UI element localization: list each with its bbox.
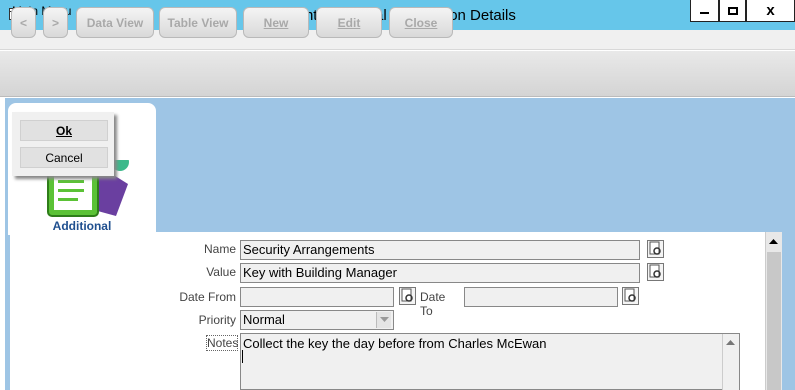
name-lookup-icon[interactable] <box>647 240 664 258</box>
ok-button[interactable]: Ok <box>20 120 108 141</box>
value-lookup-icon[interactable] <box>647 263 664 281</box>
prev-record-button[interactable]: < <box>11 7 36 38</box>
tab-label-additional: Additional <box>52 219 112 233</box>
date-to-picker-icon[interactable] <box>622 287 639 305</box>
value-field[interactable]: Key with Building Manager <box>240 263 640 283</box>
priority-label: Priority <box>198 313 236 327</box>
minimize-icon <box>700 12 709 14</box>
date-from-label: Date From <box>179 290 236 304</box>
name-field[interactable]: Security Arrangements <box>240 240 640 260</box>
name-label: Name <box>203 242 236 256</box>
form-scroll-up-icon[interactable] <box>768 236 779 247</box>
date-from-field[interactable] <box>240 287 394 307</box>
next-record-button[interactable]: > <box>43 7 68 38</box>
edit-button[interactable]: Edit <box>316 7 382 38</box>
scroll-up-icon[interactable] <box>724 336 737 349</box>
text-cursor <box>242 350 243 363</box>
notes-label: Notes <box>206 335 239 351</box>
data-view-button[interactable]: Data View <box>76 7 154 38</box>
minimize-button[interactable] <box>690 0 719 22</box>
notes-textarea[interactable]: Collect the key the day before from Char… <box>240 333 740 390</box>
ok-cancel-popup: Ok Cancel <box>12 112 114 176</box>
chevron-down-icon[interactable] <box>376 312 391 328</box>
table-view-button[interactable]: Table View <box>159 7 237 38</box>
maximize-button[interactable] <box>719 0 746 22</box>
close-record-button[interactable]: Close <box>389 7 453 38</box>
close-button[interactable]: x <box>746 0 795 22</box>
date-to-label: Date To <box>420 290 446 318</box>
date-from-picker-icon[interactable] <box>399 287 416 305</box>
date-to-field[interactable] <box>464 287 618 307</box>
form-scroll-thumb[interactable] <box>767 252 781 390</box>
priority-select[interactable]: Normal <box>240 310 394 330</box>
cancel-button[interactable]: Cancel <box>20 147 108 168</box>
priority-value: Normal <box>243 312 285 327</box>
value-label: Value <box>206 265 236 279</box>
close-icon: x <box>766 2 775 19</box>
toolbar <box>0 51 795 97</box>
maximize-icon <box>727 6 738 15</box>
new-button[interactable]: New <box>243 7 309 38</box>
